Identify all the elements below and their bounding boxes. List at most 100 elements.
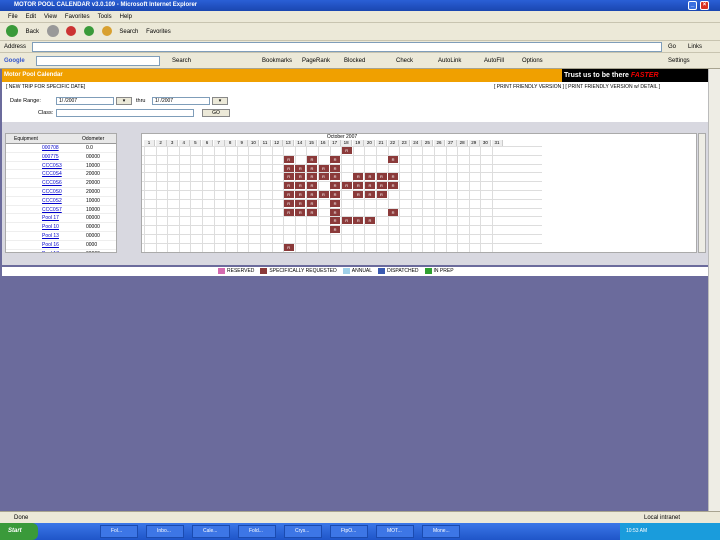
google-search-input[interactable] xyxy=(36,56,160,66)
booking-cell[interactable]: R xyxy=(283,191,294,198)
booking-cell[interactable]: R xyxy=(388,182,399,190)
task-button[interactable]: Fol... xyxy=(100,525,138,538)
back-icon[interactable] xyxy=(6,25,18,38)
booking-cell[interactable]: R xyxy=(353,173,364,181)
equipment-link[interactable]: CCC0S4 xyxy=(42,170,62,179)
booking-cell[interactable]: R xyxy=(330,173,341,181)
booking-cell[interactable]: R xyxy=(283,243,294,251)
equipment-link[interactable]: CCC0S3 xyxy=(42,162,62,171)
booking-cell[interactable]: R xyxy=(330,164,341,172)
booking-cell[interactable]: R xyxy=(388,173,399,181)
task-button[interactable]: Crys... xyxy=(284,525,322,538)
booking-cell[interactable]: R xyxy=(283,164,294,172)
settings-button[interactable]: Settings xyxy=(668,53,690,68)
booking-cell[interactable]: R xyxy=(283,182,294,190)
pagerank-button[interactable]: PageRank xyxy=(302,53,330,68)
task-button[interactable]: Fold... xyxy=(238,525,276,538)
booking-cell[interactable]: R xyxy=(376,182,387,190)
booking-cell[interactable]: R xyxy=(283,199,294,207)
booking-cell[interactable]: R xyxy=(295,191,306,198)
booking-cell[interactable]: R xyxy=(283,155,294,163)
home-icon[interactable] xyxy=(101,26,112,37)
booking-cell[interactable]: R xyxy=(330,191,341,198)
booking-cell[interactable]: R xyxy=(330,199,341,207)
menu-file[interactable]: File xyxy=(8,14,18,20)
equipment-link[interactable]: CCC0S7 xyxy=(42,206,62,215)
booking-cell[interactable]: R xyxy=(306,191,317,198)
booking-cell[interactable]: R xyxy=(306,208,317,216)
start-date-input[interactable]: 1/ /2007 xyxy=(56,97,114,105)
booking-cell[interactable]: R xyxy=(376,173,387,181)
booking-cell[interactable]: R xyxy=(330,208,341,216)
booking-cell[interactable]: R xyxy=(318,173,329,181)
task-button[interactable]: Inbo... xyxy=(146,525,184,538)
equipment-link[interactable]: CCC0S6 xyxy=(42,179,62,188)
equipment-link[interactable]: 000775 xyxy=(42,153,59,162)
task-button[interactable]: MOT... xyxy=(376,525,414,538)
stop-icon[interactable] xyxy=(66,26,77,37)
links-button[interactable]: Links xyxy=(688,41,702,52)
favorites-button[interactable]: Favorites xyxy=(146,23,171,40)
new-trip-link[interactable]: [ NEW TRIP FOR SPECIFIC DATE] xyxy=(6,84,85,90)
refresh-icon[interactable] xyxy=(84,26,95,37)
start-button[interactable]: Start xyxy=(0,523,38,540)
go-button[interactable]: Go xyxy=(668,41,676,52)
booking-cell[interactable]: R xyxy=(306,164,317,172)
task-button[interactable]: Cale... xyxy=(192,525,230,538)
menu-tools[interactable]: Tools xyxy=(98,14,112,20)
booking-cell[interactable]: R xyxy=(341,147,352,154)
grid-scrollbar[interactable] xyxy=(698,133,706,253)
equipment-link[interactable]: Pool 17 xyxy=(42,250,59,252)
bookmarks-button[interactable]: Bookmarks xyxy=(262,53,292,68)
close-button[interactable]: × xyxy=(700,1,709,10)
menu-view[interactable]: View xyxy=(44,14,57,20)
menu-edit[interactable]: Edit xyxy=(26,14,36,20)
booking-cell[interactable]: R xyxy=(353,182,364,190)
back-button[interactable]: Back xyxy=(26,23,39,40)
equipment-link[interactable]: CCC0S0 xyxy=(42,188,62,197)
booking-cell[interactable]: R xyxy=(283,173,294,181)
booking-cell[interactable]: R xyxy=(306,173,317,181)
equipment-link[interactable]: Pool 16 xyxy=(42,241,59,250)
booking-cell[interactable]: R xyxy=(283,208,294,216)
page-scrollbar[interactable] xyxy=(708,69,720,511)
address-input[interactable] xyxy=(32,42,662,52)
booking-cell[interactable]: R xyxy=(295,182,306,190)
booking-cell[interactable]: R xyxy=(330,182,341,190)
autofill-button[interactable]: AutoFill xyxy=(484,53,504,68)
booking-cell[interactable]: R xyxy=(306,182,317,190)
forward-icon[interactable] xyxy=(46,25,59,38)
booking-cell[interactable]: R xyxy=(295,173,306,181)
booking-cell[interactable]: R xyxy=(364,191,375,198)
end-calendar-button[interactable]: ▾ xyxy=(212,97,228,105)
booking-cell[interactable]: R xyxy=(295,208,306,216)
booking-cell[interactable]: R xyxy=(376,191,387,198)
check-button[interactable]: Check xyxy=(396,53,413,68)
booking-cell[interactable]: R xyxy=(295,164,306,172)
class-select[interactable] xyxy=(56,109,194,117)
end-date-input[interactable]: 1/ /2007 xyxy=(152,97,210,105)
menu-help[interactable]: Help xyxy=(120,14,132,20)
menu-favorites[interactable]: Favorites xyxy=(65,14,90,20)
google-search-button[interactable]: Search xyxy=(172,53,191,68)
booking-cell[interactable]: R xyxy=(353,191,364,198)
booking-cell[interactable]: R xyxy=(364,217,375,225)
booking-cell[interactable]: R xyxy=(388,208,399,216)
booking-cell[interactable]: R xyxy=(330,217,341,225)
autolink-button[interactable]: AutoLink xyxy=(438,53,461,68)
equipment-link[interactable]: Pool 17 xyxy=(42,214,59,223)
options-button[interactable]: Options xyxy=(522,53,543,68)
booking-cell[interactable]: R xyxy=(306,199,317,207)
booking-cell[interactable]: R xyxy=(364,173,375,181)
popups-blocked[interactable]: Blocked xyxy=(344,53,365,68)
equipment-link[interactable]: Pool 13 xyxy=(42,232,59,241)
booking-cell[interactable]: R xyxy=(353,217,364,225)
booking-cell[interactable]: R xyxy=(388,155,399,163)
booking-cell[interactable]: R xyxy=(341,217,352,225)
search-button[interactable]: Search xyxy=(119,23,138,40)
equipment-link[interactable]: 000708 xyxy=(42,144,59,153)
booking-cell[interactable]: R xyxy=(330,226,341,234)
booking-cell[interactable]: R xyxy=(341,182,352,190)
booking-cell[interactable]: R xyxy=(318,191,329,198)
task-button[interactable]: FtpO... xyxy=(330,525,368,538)
